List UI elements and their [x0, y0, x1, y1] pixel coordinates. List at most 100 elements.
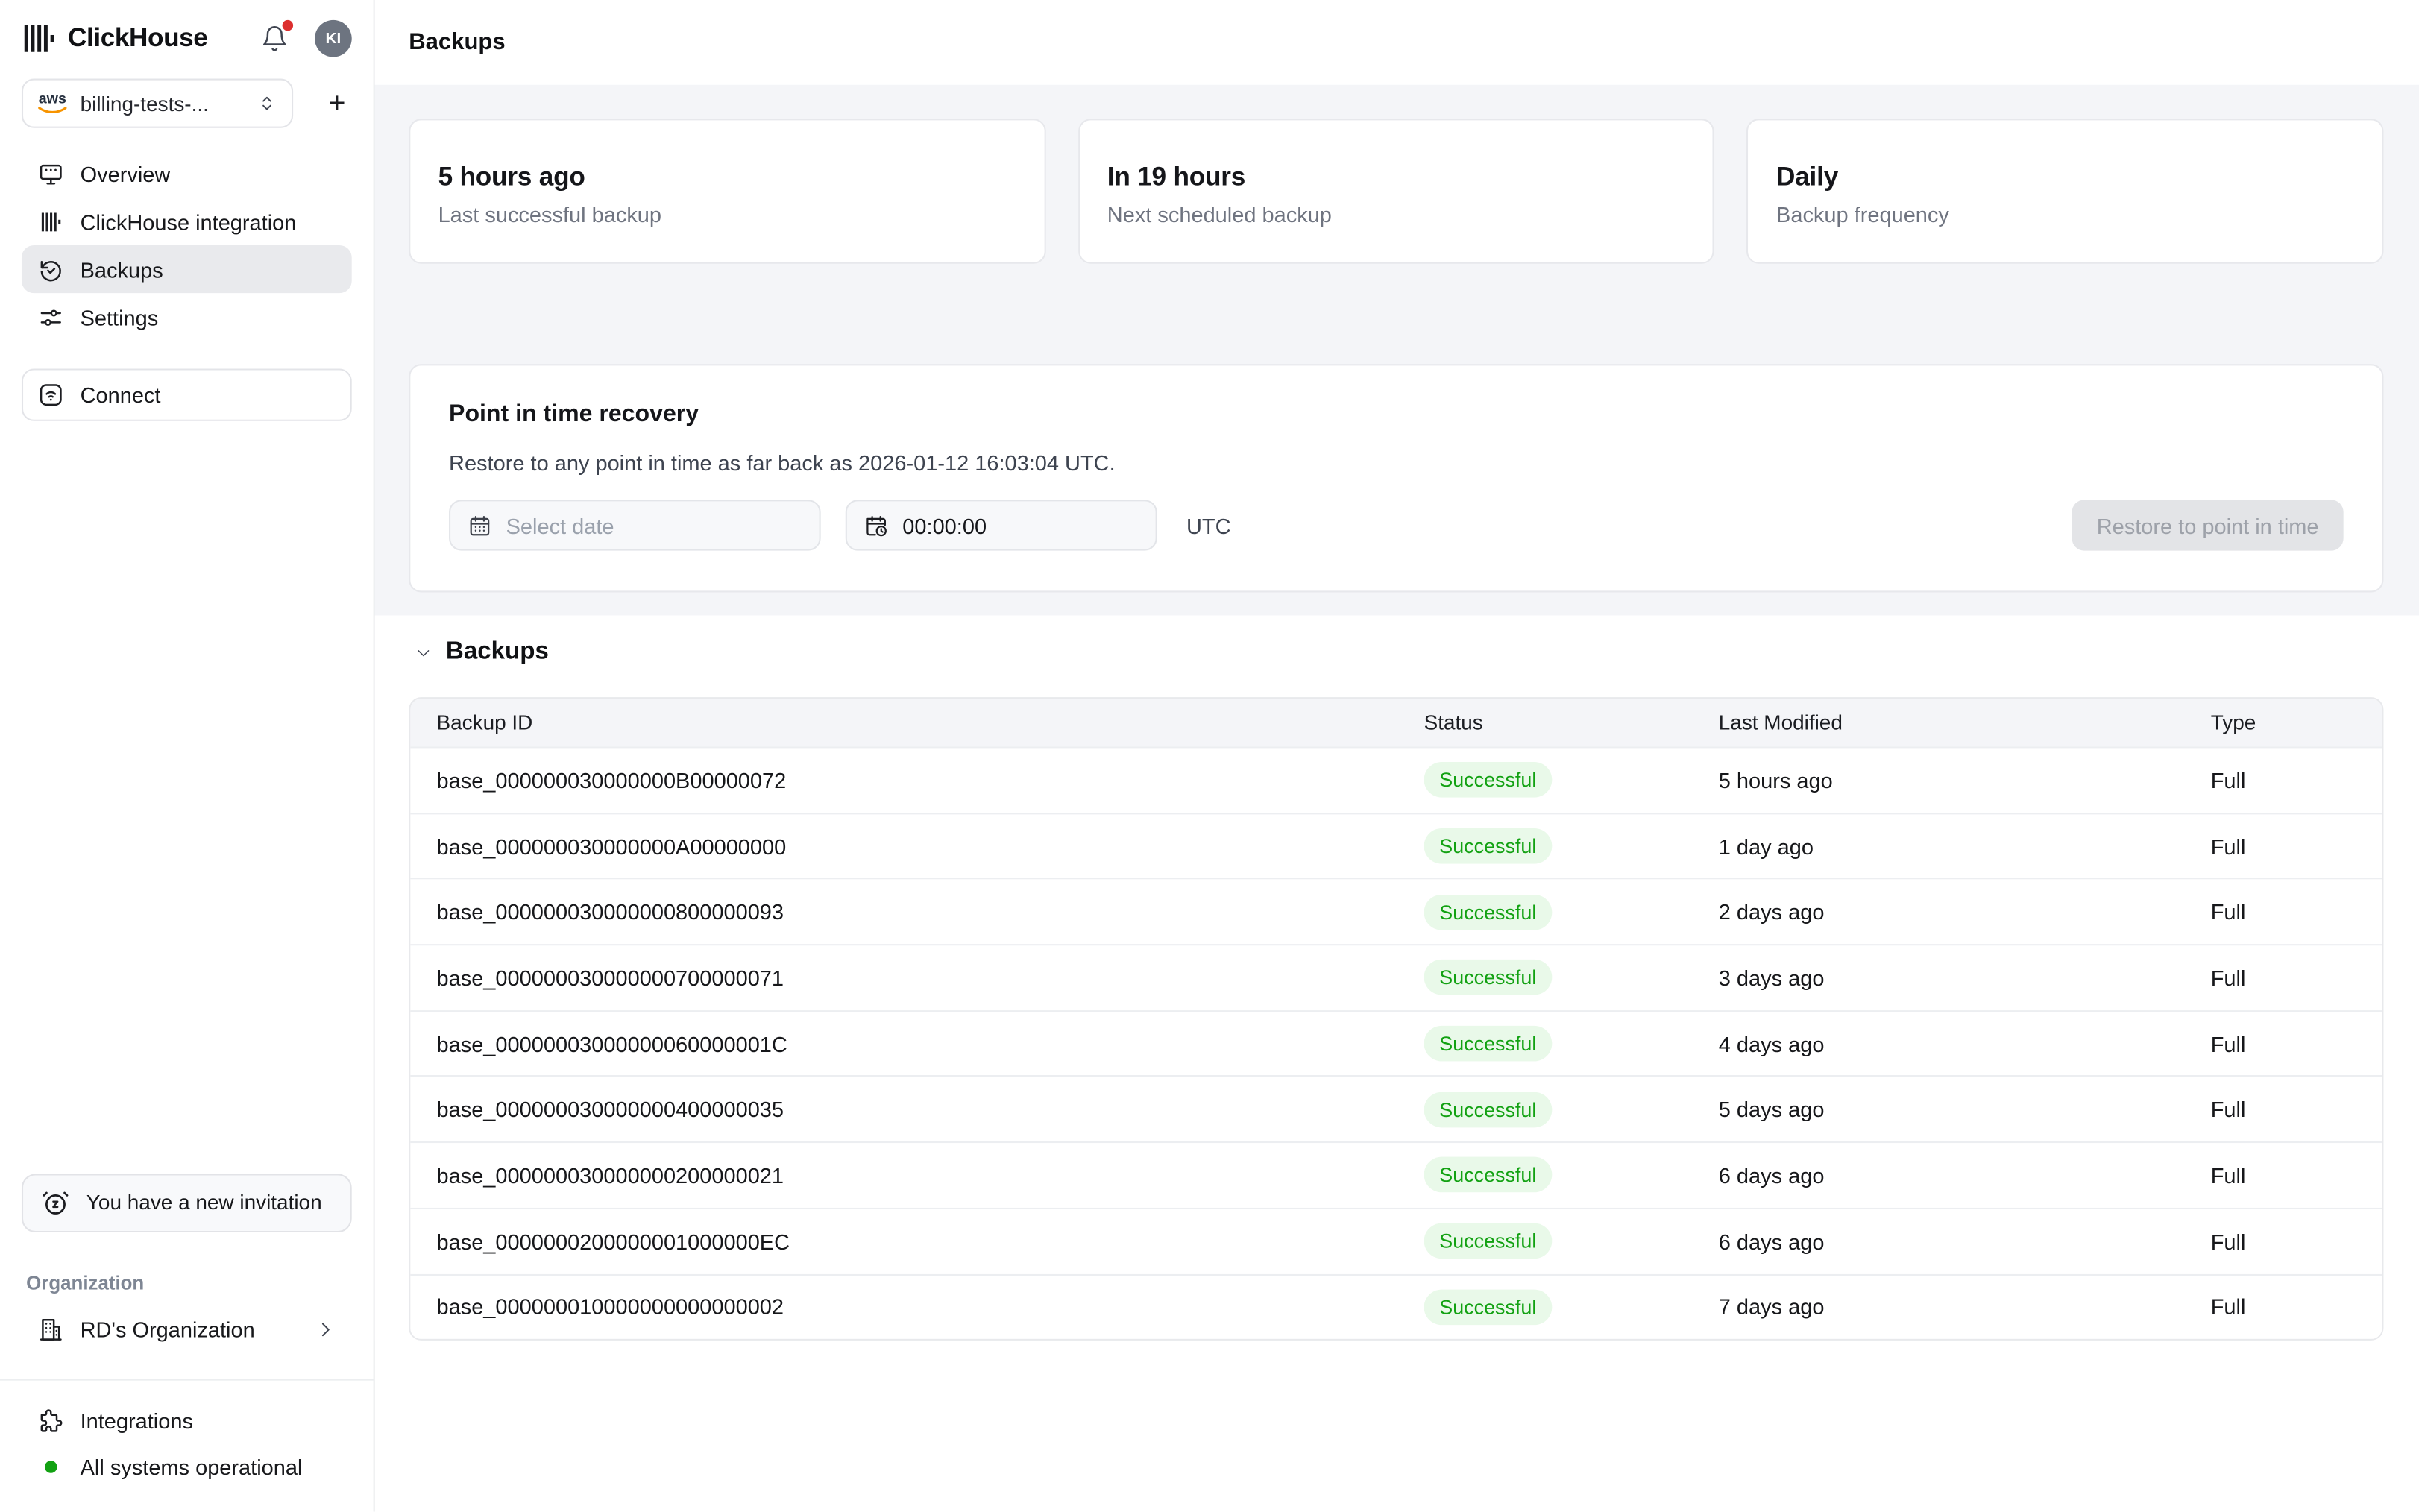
integrations-label: Integrations	[81, 1408, 193, 1433]
building-icon	[37, 1316, 65, 1344]
sidebar-nav: Overview ClickHouse integration	[22, 150, 352, 341]
last-modified-cell: 7 days ago	[1693, 1295, 2185, 1320]
type-cell: Full	[2185, 1031, 2382, 1056]
card-last-successful-backup: 5 hours ago Last successful backup	[409, 119, 1045, 263]
status-badge: Successful	[1424, 1092, 1552, 1127]
integrations-link[interactable]: Integrations	[22, 1397, 352, 1443]
table-row[interactable]: base_000000030000000A00000000 Successful…	[410, 813, 2382, 878]
alarm-icon	[40, 1188, 71, 1218]
sidebar-item-label: Settings	[81, 305, 159, 330]
status-badge: Successful	[1424, 763, 1552, 798]
type-cell: Full	[2185, 1229, 2382, 1253]
column-header-last-modified: Last Modified	[1693, 711, 2185, 734]
backup-id-cell: base_000000030000000200000021	[410, 1163, 1397, 1188]
connect-button[interactable]: Connect	[22, 368, 352, 420]
chevron-right-icon	[315, 1319, 336, 1341]
status-cell: Successful	[1397, 1289, 1692, 1325]
table-row[interactable]: base_000000030000000700000071 Successful…	[410, 944, 2382, 1009]
status-cell: Successful	[1397, 1158, 1692, 1194]
service-selector[interactable]: aws billing-tests-...	[22, 79, 293, 128]
main-content: Backups 5 hours ago Last successful back…	[375, 0, 2419, 1512]
page-title: Backups	[409, 29, 505, 55]
table-row[interactable]: base_00000003000000060000001C Successful…	[410, 1010, 2382, 1076]
add-service-button[interactable]: +	[322, 86, 352, 122]
sidebar-item-clickhouse-integration[interactable]: ClickHouse integration	[22, 198, 352, 245]
last-modified-cell: 6 days ago	[1693, 1229, 2185, 1253]
column-header-type: Type	[2185, 711, 2382, 734]
table-body: base_000000030000000B00000072 Successful…	[410, 746, 2382, 1339]
sliders-icon	[37, 303, 65, 331]
table-row[interactable]: base_000000030000000400000035 Successful…	[410, 1076, 2382, 1141]
type-cell: Full	[2185, 1295, 2382, 1320]
avatar[interactable]: KI	[315, 20, 352, 57]
timezone-label: UTC	[1186, 513, 1231, 538]
card-title: 5 hours ago	[438, 162, 1016, 192]
system-status[interactable]: All systems operational	[22, 1443, 352, 1490]
invitation-banner[interactable]: You have a new invitation	[22, 1174, 352, 1232]
sidebar-item-backups[interactable]: Backups	[22, 245, 352, 293]
table-header-row: Backup ID Status Last Modified Type	[410, 699, 2382, 746]
table-row[interactable]: base_000000030000000200000021 Successful…	[410, 1141, 2382, 1207]
backup-id-cell: base_000000030000000A00000000	[410, 834, 1397, 858]
status-cell: Successful	[1397, 763, 1692, 798]
last-modified-cell: 5 days ago	[1693, 1097, 2185, 1122]
sidebar-footer: Integrations All systems operational	[0, 1379, 374, 1512]
card-title: Daily	[1776, 162, 2354, 192]
table-row[interactable]: base_000000010000000000000002 Successful…	[410, 1273, 2382, 1339]
calendar-clock-icon	[864, 513, 889, 538]
backup-id-cell: base_000000030000000400000035	[410, 1097, 1397, 1122]
last-modified-cell: 5 hours ago	[1693, 768, 2185, 793]
sidebar-item-settings[interactable]: Settings	[22, 293, 352, 341]
backup-id-cell: base_0000000200000001000000EC	[410, 1229, 1397, 1253]
table-row[interactable]: base_000000030000000B00000072 Successful…	[410, 746, 2382, 812]
status-badge: Successful	[1424, 1158, 1552, 1194]
type-cell: Full	[2185, 768, 2382, 793]
organization-selector[interactable]: RD's Organization	[22, 1306, 352, 1352]
card-next-scheduled-backup: In 19 hours Next scheduled backup	[1078, 119, 1714, 263]
point-in-time-recovery-card: Point in time recovery Restore to any po…	[409, 364, 2383, 592]
brand-title: ClickHouse	[68, 23, 207, 54]
backup-history-icon	[37, 255, 65, 283]
connect-label: Connect	[81, 382, 161, 407]
table-row[interactable]: base_000000030000000800000093 Successful…	[410, 878, 2382, 944]
table-row[interactable]: base_0000000200000001000000EC Successful…	[410, 1208, 2382, 1273]
aws-icon: aws	[37, 92, 68, 115]
sidebar: ClickHouse KI aws billing-tests-...	[0, 0, 375, 1512]
pitr-title: Point in time recovery	[449, 401, 2344, 429]
pitr-controls: Select date 00:00:00	[449, 500, 2344, 550]
page-header: Backups	[375, 0, 2419, 85]
backups-table: Backup ID Status Last Modified Type base…	[409, 697, 2383, 1341]
last-modified-cell: 3 days ago	[1693, 966, 2185, 990]
time-value: 00:00:00	[902, 513, 987, 538]
service-name: billing-tests-...	[81, 92, 244, 115]
backups-section-toggle[interactable]: Backups	[415, 639, 2384, 667]
type-cell: Full	[2185, 834, 2382, 858]
sidebar-item-overview[interactable]: Overview	[22, 150, 352, 198]
restore-button[interactable]: Restore to point in time	[2072, 500, 2344, 550]
clickhouse-logo-icon	[22, 22, 56, 56]
date-picker-input[interactable]: Select date	[449, 500, 821, 550]
summary-cards: 5 hours ago Last successful backup In 19…	[409, 119, 2383, 263]
status-text: All systems operational	[81, 1455, 303, 1479]
backup-id-cell: base_000000010000000000000002	[410, 1295, 1397, 1320]
status-cell: Successful	[1397, 828, 1692, 864]
chevron-up-down-icon	[256, 92, 277, 114]
backup-id-cell: base_00000003000000060000001C	[410, 1031, 1397, 1056]
pitr-description: Restore to any point in time as far back…	[449, 450, 2344, 475]
last-modified-cell: 6 days ago	[1693, 1163, 2185, 1188]
last-modified-cell: 1 day ago	[1693, 834, 2185, 858]
section-title: Backups	[446, 639, 549, 667]
app: ClickHouse KI aws billing-tests-...	[0, 0, 2419, 1512]
status-cell: Successful	[1397, 1092, 1692, 1127]
status-dot-icon	[45, 1461, 57, 1473]
card-title: In 19 hours	[1107, 162, 1685, 192]
chevron-down-icon	[415, 644, 432, 661]
type-cell: Full	[2185, 900, 2382, 924]
status-cell: Successful	[1397, 894, 1692, 930]
status-badge: Successful	[1424, 1026, 1552, 1062]
time-picker-input[interactable]: 00:00:00	[846, 500, 1157, 550]
status-badge: Successful	[1424, 894, 1552, 930]
connect-icon	[37, 381, 65, 409]
notifications-bell-icon[interactable]	[261, 25, 289, 52]
type-cell: Full	[2185, 1163, 2382, 1188]
